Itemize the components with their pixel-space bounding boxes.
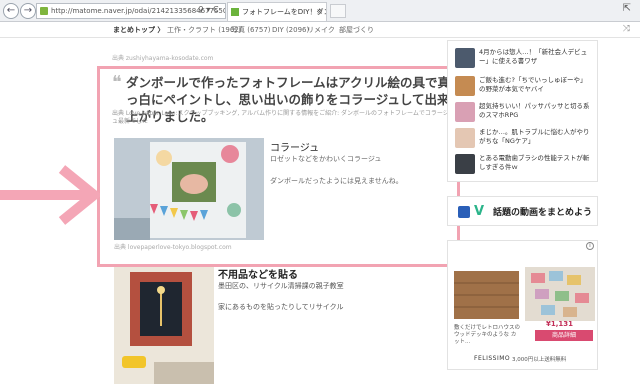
back-button[interactable]: ←: [3, 3, 19, 19]
product-detail-button[interactable]: 商品詳細: [535, 330, 593, 341]
list-item[interactable]: 4月からは惣人…！「新社会人デビュー」に使える書ワザ: [447, 46, 597, 70]
new-tab-button[interactable]: [330, 4, 346, 18]
video-banner-label: 話題の動画をまとめよう: [493, 208, 593, 218]
category-nav: まとめトップ 〉 工作・クラフト (1962) 写真 (6757) DIY (2…: [0, 22, 640, 38]
nav-item-diy[interactable]: DIY (2096): [272, 24, 309, 36]
list-item-text: 4月からは惣人…！「新社会人デビュー」に使える書ワザ: [479, 48, 588, 65]
window-controls-icon[interactable]: ⇱: [623, 3, 636, 14]
video-summary-banner[interactable]: V 話題の動画をまとめよう: [447, 196, 598, 226]
list-item-text: ご飯も進む?「ちでいっしゅぼーや」の野菜が本気でヤバイ: [479, 76, 587, 93]
nav-item-room[interactable]: 部屋づくり: [339, 24, 374, 36]
list-item[interactable]: とある電動歯ブラシの性能テストが斬しすぎる件ｗ: [447, 152, 597, 176]
thumbnail: [455, 128, 475, 148]
nav-item-top[interactable]: まとめトップ 〉: [113, 24, 164, 36]
forward-arrow-icon: →: [23, 5, 33, 16]
pointer-arrow-icon: [0, 165, 100, 225]
thumbnail: [455, 48, 475, 68]
vine-icon: V: [474, 204, 485, 219]
site-icon: [40, 7, 48, 15]
list-item[interactable]: まじか…。肌トラブルに悩む人がやりがちな「NGケア」: [447, 126, 597, 150]
video-icon: [458, 206, 470, 218]
ad-image-product[interactable]: [525, 267, 595, 321]
tab-close-icon[interactable]: ×: [316, 3, 323, 21]
ad-price: ¥1,131: [546, 320, 574, 328]
list-item[interactable]: ご飯も進む?「ちでいっしゅぼーや」の野菜が本気でヤバイ: [447, 74, 597, 98]
source-link-top[interactable]: 出典 zushiyhayama-kosodate.com: [112, 53, 213, 62]
product-image: [525, 267, 595, 321]
ad-image-wooddeck[interactable]: [454, 271, 519, 319]
frame-photo[interactable]: [114, 266, 214, 384]
address-controls[interactable]: ⚲ ▾ C: [198, 3, 219, 19]
nav-item-remake[interactable]: リメイク: [307, 24, 335, 36]
tab-title: フォトフレームをDIY！ダンボー...: [242, 8, 326, 16]
item-title-recycle: 不用品などを貼る: [218, 270, 298, 281]
list-item-text: 超気持ちいい！パッサパッサと切る系のスマホRPG: [479, 102, 590, 119]
nav-item-photo[interactable]: 写真 (6757): [231, 24, 271, 36]
ad-caption[interactable]: 敷くだけでレトロハウスのウッドデッキのような カット...: [454, 325, 520, 346]
frame-photo-image: [114, 266, 214, 384]
ad-banner[interactable]: i 敷くだけでレトロハウスのウッドデッキのような カット... ¥1,131 商…: [447, 240, 598, 370]
ad-shipping-note: 3,000円以上送料無料: [512, 357, 567, 363]
browser-toolbar: ← → http://matome.naver.jp/odai/21421335…: [0, 0, 640, 22]
thumbnail: [455, 76, 475, 96]
ad-info-icon[interactable]: i: [586, 242, 594, 250]
thumbnail: [455, 102, 475, 122]
list-item-text: まじか…。肌トラブルに悩む人がやりがちな「NGケア」: [479, 128, 590, 145]
item-subtitle-recycle: 墨田区の、リサイクル清掃課の親子教室: [218, 282, 344, 290]
wood-deck-image: [454, 271, 519, 319]
shuffle-icon[interactable]: ⤨: [623, 24, 630, 34]
page: ← → http://matome.naver.jp/odai/21421335…: [0, 0, 640, 391]
active-tab[interactable]: フォトフレームをDIY！ダンボー... ×: [227, 2, 327, 21]
ad-brand-logo[interactable]: FELISSIMO: [474, 355, 510, 362]
search-refresh-icons: ⚲ ▾ C: [198, 5, 219, 14]
list-item[interactable]: 超気持ちいい！パッサパッサと切る系のスマホRPG: [447, 100, 597, 124]
forward-button[interactable]: →: [20, 3, 36, 19]
tab-favicon-icon: [231, 8, 239, 16]
item-note-recycle: 家にあるものを貼ったりしてリサイクル: [218, 303, 344, 311]
list-item-text: とある電動歯ブラシの性能テストが斬しすぎる件ｗ: [479, 154, 590, 171]
back-arrow-icon: ←: [6, 5, 16, 16]
thumbnail: [455, 154, 475, 174]
highlight-box: [97, 66, 460, 267]
